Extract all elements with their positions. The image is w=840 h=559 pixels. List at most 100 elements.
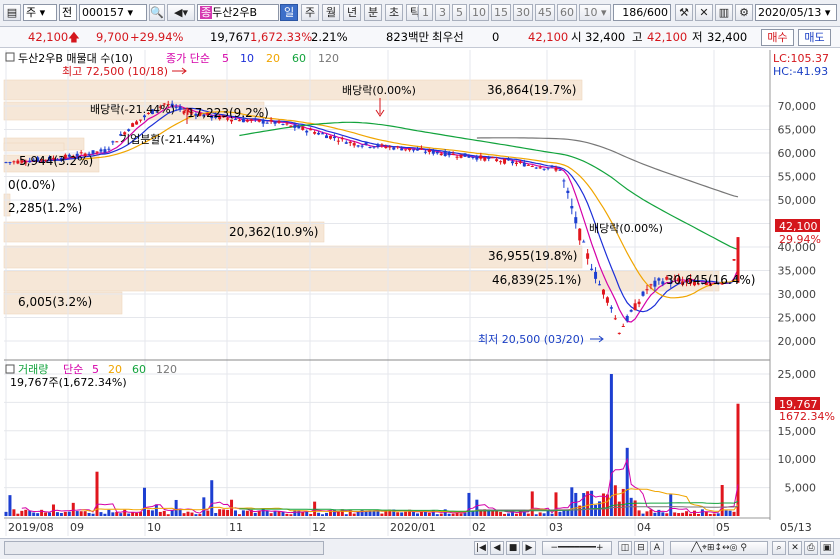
print-icon[interactable]: ⎙ [804, 541, 818, 555]
candle-body [364, 142, 368, 145]
interval-button-4[interactable]: 10 [469, 4, 489, 21]
chart-tools-icon[interactable]: ⚒ [675, 4, 693, 21]
stock-name-box[interactable]: 종두산2우B [197, 4, 279, 21]
candle-body [297, 126, 301, 129]
volume: 19,767 [210, 30, 251, 44]
volume-bar [645, 511, 649, 516]
chart-scrollbar[interactable] [4, 541, 324, 555]
interval-button-9[interactable]: 10 ▾ [579, 4, 611, 21]
volume-profile-label: 30,645(16.4%) [666, 273, 755, 287]
chart-type-icon[interactable]: ✕ [695, 4, 713, 21]
volume-bar [174, 499, 178, 516]
volume-bar [24, 509, 28, 516]
buy-button[interactable]: 매수 [761, 29, 794, 46]
scroll-left-icon[interactable]: ◀ [490, 541, 504, 555]
price-tick-label: 50,000 [778, 194, 817, 207]
bar-count-field[interactable]: 186/600 [613, 4, 671, 21]
search-icon[interactable]: ⌕ [772, 541, 786, 555]
stock-code-input[interactable]: 000157 ▾ [79, 4, 147, 21]
volume-bar [127, 513, 131, 516]
volume-bar [526, 513, 530, 516]
candle-body [332, 136, 336, 139]
volume-bar [218, 509, 222, 516]
price-change: 9,700 [96, 30, 129, 44]
period-button-6[interactable]: 초 [385, 4, 403, 21]
volume-bar [8, 495, 12, 516]
volume-bar [277, 511, 281, 516]
volume-bar [245, 510, 249, 516]
candle-body [427, 149, 431, 153]
interval-button-6[interactable]: 30 [513, 4, 533, 21]
market-select[interactable]: 주 ▾ [23, 4, 57, 21]
save-icon[interactable]: ▣ [820, 541, 834, 555]
screen-menu-button[interactable]: ▤ [3, 4, 21, 21]
volume-bar [447, 513, 451, 516]
volume-bar [131, 512, 135, 516]
stock-chart[interactable]: 70,00065,00060,00055,00050,00045,00040,0… [0, 48, 840, 544]
stop-icon[interactable]: ■ [506, 541, 520, 555]
candle-body [447, 151, 451, 156]
gear-icon[interactable]: ⚙ [735, 4, 753, 21]
date-field[interactable]: 2020/05/13 ▾ [755, 4, 837, 21]
zoom-icon[interactable]: ◫ [618, 541, 632, 555]
time-tick-label: 2020/01 [390, 521, 436, 534]
period-button-1[interactable]: 일 [280, 4, 298, 21]
close-icon[interactable]: ✕ [788, 541, 802, 555]
zoom-slider[interactable]: −━━━━━━━+ [542, 541, 612, 555]
time-tick-label: 10 [147, 521, 161, 534]
rights-label: 기업분할(-21.44%) [120, 133, 215, 146]
indicator-icon[interactable]: ▥ [715, 4, 733, 21]
search-icon[interactable]: 🔍 [149, 4, 165, 21]
period-button-5[interactable]: 분 [364, 4, 382, 21]
compare-icon[interactable]: ⊟ [634, 541, 648, 555]
volume-bar [566, 510, 570, 516]
interval-button-3[interactable]: 5 [452, 4, 467, 21]
volume-profile-label: 36,864(19.7%) [487, 83, 576, 97]
scroll-right-icon[interactable]: ▶ [522, 541, 536, 555]
chevron-down-icon: ▾ [127, 6, 134, 19]
period-button-4[interactable]: 년 [343, 4, 361, 21]
candle-body [273, 121, 277, 124]
volume-bar [317, 512, 321, 516]
volume-bar [44, 512, 48, 516]
candle-body [336, 140, 340, 142]
interval-button-5[interactable]: 15 [491, 4, 511, 21]
candle-body [269, 119, 273, 122]
volume-bar [396, 512, 400, 516]
scroll-first-icon[interactable]: |◀ [474, 541, 488, 555]
volume-bar [237, 514, 241, 516]
interval-button-8[interactable]: 60 [557, 4, 577, 21]
type-select[interactable]: 전 [59, 4, 77, 21]
speaker-icon[interactable]: ◀▾ [167, 4, 195, 21]
price-tick-label: 20,000 [778, 335, 817, 348]
candle-body [8, 162, 12, 164]
volume-bar [605, 494, 609, 516]
candle-body [542, 168, 546, 170]
volume-bar [48, 512, 52, 516]
candle-body [324, 135, 328, 139]
min-price-label: 최저 20,500 (03/20) [478, 333, 584, 346]
volume-bar [732, 511, 736, 516]
time-tick-label: 04 [637, 521, 651, 534]
volume-tick-label: 15,000 [778, 425, 817, 438]
candle-body [245, 120, 249, 122]
candle-body [554, 168, 558, 171]
volume-profile-label: 46,839(25.1%) [492, 273, 581, 287]
candle-body [471, 156, 475, 158]
volume-bar [514, 513, 518, 516]
sell-button[interactable]: 매도 [798, 29, 831, 46]
interval-button-2[interactable]: 3 [435, 4, 450, 21]
interval-button-1[interactable]: 1 [418, 4, 433, 21]
volume-profile-label: 20,362(10.9%) [229, 225, 318, 239]
interval-button-7[interactable]: 45 [535, 4, 555, 21]
trade-value: 823백만 [386, 30, 430, 44]
period-button-3[interactable]: 월 [322, 4, 340, 21]
drawing-tools[interactable]: ╱╲⌖⊞↕↔◎ ⚲ [670, 541, 768, 555]
price-pane-title: 두산2우B 매물대 수(10) [18, 52, 133, 65]
text-icon[interactable]: A [650, 541, 664, 555]
price-tick-label: 55,000 [778, 171, 817, 184]
volume-bar [336, 511, 340, 516]
period-button-2[interactable]: 주 [301, 4, 319, 21]
candle-body [135, 121, 139, 125]
volume-profile-label: 0(0.0%) [8, 178, 55, 192]
